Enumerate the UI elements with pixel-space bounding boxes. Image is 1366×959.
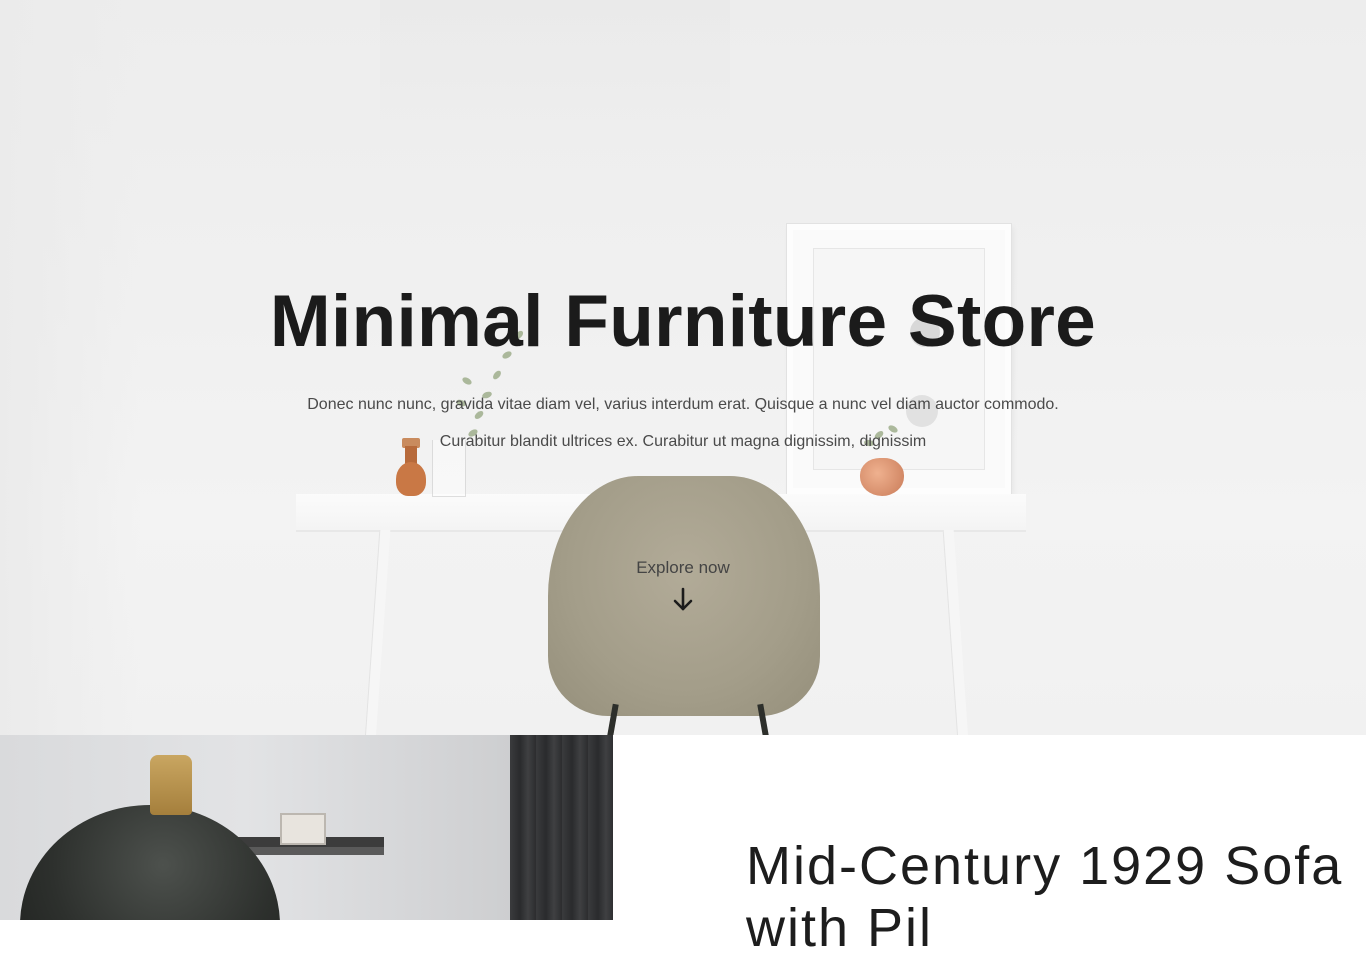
explore-now-label: Explore now — [636, 558, 730, 577]
explore-now-link[interactable]: Explore now — [583, 555, 783, 613]
curtain — [510, 735, 613, 920]
lamp-shade — [20, 805, 280, 920]
hero-title: Minimal Furniture Store — [269, 281, 1097, 362]
shelf-photo-frame — [280, 813, 326, 845]
hero-description: Donec nunc nunc, gravida vitae diam vel,… — [307, 396, 1059, 450]
lamp-brass-cap — [150, 755, 192, 815]
arrow-down-icon — [673, 587, 693, 611]
product-title: Mid-Century 1929 Sofa with Pil — [746, 836, 1344, 958]
hero-content: Minimal Furniture Store Donec nunc nunc,… — [0, 0, 1366, 735]
feature-text-panel: Mid-Century 1929 Sofa with Pil — [613, 735, 1366, 958]
feature-lamp-image — [0, 735, 613, 920]
hero-section: Minimal Furniture Store Donec nunc nunc,… — [0, 0, 1366, 735]
